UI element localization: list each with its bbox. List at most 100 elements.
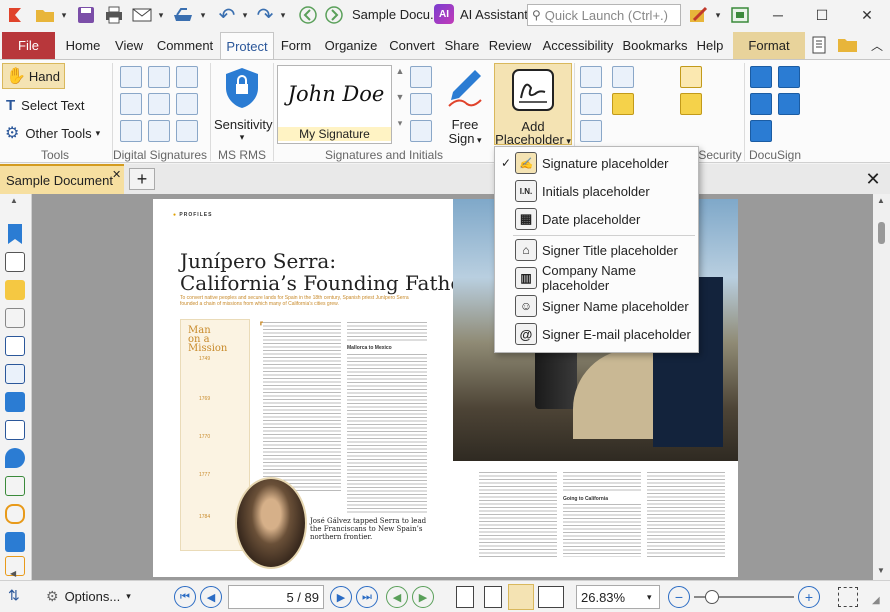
ribbon-option-icon[interactable] [808,34,832,56]
fullscreen-icon[interactable] [728,4,752,26]
dropdown-arrow-icon[interactable]: ▾ [278,4,288,26]
options-menu[interactable]: ⚙ Options... ▾ [46,588,131,605]
docusign-status-icon[interactable] [750,93,772,115]
dropdown-arrow-icon[interactable]: ▾ [240,4,250,26]
dropdown-arrow-icon[interactable]: ▾ [712,4,724,26]
minimize-button[interactable]: ─ [756,0,800,30]
document-tab[interactable]: Sample Document ✕ [0,164,124,194]
tab-share[interactable]: Share [443,32,481,59]
close-tab-icon[interactable]: ✕ [112,168,121,181]
tab-convert[interactable]: Convert [386,32,438,59]
menu-item-signer-email-placeholder[interactable]: @ Signer E-mail placeholder [495,320,698,348]
sign-certify-icon[interactable] [120,66,142,88]
dropdown-arrow-icon[interactable]: ▾ [198,4,208,26]
tab-bookmarks[interactable]: Bookmarks [620,32,690,59]
foxit-app-icon[interactable] [4,4,26,26]
menu-item-initials-placeholder[interactable]: I.N. Initials placeholder [495,177,698,205]
hand-tool-button[interactable]: ✋ Hand [2,63,65,89]
security-policy-icon[interactable] [680,66,702,88]
signature-properties-icon[interactable] [176,120,198,142]
select-text-button[interactable]: T Select Text [2,92,85,118]
redaction-icon[interactable] [612,66,634,88]
first-page-button[interactable]: ⏮ [174,586,196,608]
scanner-icon[interactable] [170,4,196,26]
tags-icon[interactable] [5,420,25,440]
sensitivity-button[interactable]: Sensitivity ▾ [214,64,273,144]
docusign-settings-icon[interactable] [750,120,772,142]
trusted-certificate-icon[interactable] [148,120,170,142]
links-icon[interactable] [5,504,25,524]
single-page-icon[interactable] [456,586,474,608]
add-placeholder-button[interactable]: Add Placeholder ▾ [494,63,572,147]
bookmark-icon[interactable] [8,224,22,244]
menu-item-signer-name-placeholder[interactable]: ☺ Signer Name placeholder [495,292,698,320]
scroll-down-icon[interactable]: ▼ [877,566,885,575]
close-button[interactable]: ✕ [845,0,889,30]
menu-item-signer-title-placeholder[interactable]: ⌂ Signer Title placeholder [495,236,698,264]
pane-scroll-up-icon[interactable]: ▲ [10,196,18,205]
docusign-sign-icon[interactable] [750,66,772,88]
manage-signatures-icon[interactable] [410,66,432,88]
order-icon[interactable] [5,476,25,496]
next-view-button[interactable]: ▶ [412,586,434,608]
document-properties-icon[interactable] [5,336,25,356]
scroll-thumb[interactable] [878,222,885,244]
dropdown-arrow-icon[interactable]: ▾ [156,4,166,26]
gallery-scroll-down-icon[interactable]: ▼ [394,92,406,112]
remove-security-icon[interactable] [580,120,602,142]
signature-check-icon[interactable] [176,66,198,88]
layout-options-icon[interactable]: ⇅ [8,587,20,604]
new-tab-button[interactable]: + [129,168,155,190]
other-tools-button[interactable]: ⚙ Other Tools ▾ [2,120,100,146]
content-icon[interactable] [5,364,25,384]
quick-launch-search[interactable]: ⚲ Quick Launch (Ctrl+.) [527,4,681,26]
continuous-page-icon[interactable] [484,586,502,608]
scroll-up-icon[interactable]: ▲ [877,196,885,205]
clear-signature-icon[interactable] [176,93,198,115]
tab-home[interactable]: Home [60,32,106,59]
tab-protect[interactable]: Protect [220,32,274,59]
close-document-button[interactable]: ✕ [860,167,886,191]
tab-help[interactable]: Help [693,32,727,59]
zoom-out-button[interactable]: − [668,586,690,608]
undo-icon[interactable]: ↶ [214,4,240,27]
menu-item-signature-placeholder[interactable]: ✓ ✍ Signature placeholder [495,149,698,177]
signature-settings-icon[interactable] [410,120,432,142]
menu-item-date-placeholder[interactable]: ▦ Date placeholder [495,205,698,233]
digital-id-icon[interactable] [148,93,170,115]
previous-page-button[interactable]: ◀ [200,586,222,608]
print-icon[interactable] [102,4,126,26]
ai-assistant-icon[interactable]: AI [434,4,454,24]
tab-file[interactable]: File [2,32,55,59]
timestamp-icon[interactable] [120,120,142,142]
comments-icon[interactable] [5,280,25,300]
my-signature-gallery[interactable]: John Doe My Signature [277,65,392,144]
email-icon[interactable] [130,4,156,26]
free-sign-button[interactable]: Free Sign ▾ [440,64,490,146]
previous-view-button[interactable]: ◀ [386,586,408,608]
certificate-protect-icon[interactable] [580,93,602,115]
ai-assistant-label[interactable]: AI Assistant [460,7,528,22]
skin-icon[interactable] [686,4,710,26]
zoom-in-button[interactable]: + [798,586,820,608]
zoom-slider-thumb[interactable] [705,590,719,604]
docusign-send-icon[interactable] [778,66,800,88]
vertical-scrollbar[interactable]: ▲ ▼ [873,194,890,580]
tab-form[interactable]: Form [278,32,314,59]
destinations-icon[interactable] [5,448,25,468]
tab-format[interactable]: Format [733,32,805,59]
next-page-button[interactable]: ▶ [330,586,352,608]
scroll-left-icon[interactable]: ◀ [10,569,16,578]
attachment-icon[interactable] [5,308,25,328]
save-icon[interactable] [74,4,98,26]
tab-organize[interactable]: Organize [320,32,382,59]
sanitize-icon[interactable] [612,93,634,115]
pages-icon[interactable] [5,252,25,272]
forward-icon[interactable] [322,4,346,26]
maximize-button[interactable]: ☐ [800,0,844,30]
chevron-down-icon[interactable]: ▾ [647,592,652,603]
resize-grip-icon[interactable]: ◢ [872,595,880,606]
facing-pages-icon[interactable] [508,584,534,610]
collapse-ribbon-icon[interactable]: ︿ [868,34,886,56]
docusign-remove-icon[interactable] [778,93,800,115]
